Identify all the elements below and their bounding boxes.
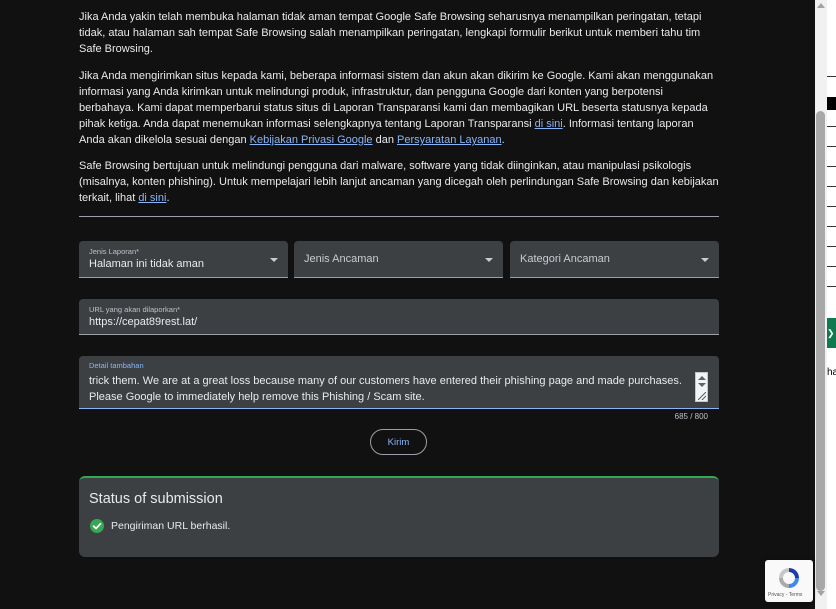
- report-type-select[interactable]: Jenis Laporan* Halaman ini tidak aman: [79, 241, 288, 278]
- intro-paragraph-2-text-d: .: [501, 134, 505, 146]
- intro-paragraph-3: Safe Browsing bertujuan untuk melindungi…: [79, 158, 719, 206]
- privacy-policy-link[interactable]: Kebijakan Privasi Google: [250, 134, 373, 146]
- intro-paragraph-1: Jika Anda yakin telah membuka halaman ti…: [79, 11, 702, 55]
- recaptcha-terms-link[interactable]: Terms: [789, 592, 803, 598]
- status-title: Status of submission: [89, 491, 223, 507]
- url-value: https://cepat89rest.lat/: [89, 316, 198, 328]
- status-message: Pengiriman URL berhasil.: [111, 520, 231, 532]
- scroll-up-arrow-icon[interactable]: [817, 3, 825, 8]
- threat-type-select[interactable]: Jenis Ancaman: [294, 241, 503, 278]
- character-counter: 685 / 800: [674, 412, 708, 421]
- background-green-tab: ❯: [827, 318, 836, 348]
- dropdown-caret-icon: [270, 258, 278, 262]
- terms-of-service-link[interactable]: Persyaratan Layanan: [397, 134, 502, 146]
- status-card: Status of submission Pengiriman URL berh…: [79, 476, 719, 557]
- intro-paragraph-2: Jika Anda mengirimkan situs kepada kami,…: [79, 68, 719, 148]
- details-text: trick them. We are at a great loss becau…: [89, 373, 685, 405]
- background-page-strip: ❯ ha: [827, 0, 836, 609]
- resize-grip-icon[interactable]: [698, 392, 706, 400]
- scroll-up-icon[interactable]: [698, 376, 706, 380]
- recaptcha-badge[interactable]: Privacy - Terms: [765, 560, 813, 602]
- report-type-label: Jenis Laporan*: [89, 247, 140, 256]
- intro-paragraph-3-text-a: Safe Browsing bertujuan untuk melindungi…: [79, 160, 719, 204]
- submit-button[interactable]: Kirim: [370, 429, 427, 455]
- url-label: URL yang akan dilaporkan*: [89, 305, 181, 314]
- recaptcha-links: Privacy - Terms: [768, 592, 802, 598]
- details-textarea[interactable]: Detail tambahan trick them. We are at a …: [79, 356, 719, 409]
- threat-type-placeholder: Jenis Ancaman: [304, 253, 379, 265]
- intro-paragraph-3-text-b: .: [166, 192, 170, 204]
- threat-category-placeholder: Kategori Ancaman: [520, 253, 610, 265]
- dropdown-caret-icon: [485, 258, 493, 262]
- intro-paragraph-2-text-c: dan: [372, 134, 398, 146]
- scroll-down-arrow-icon[interactable]: [817, 591, 825, 596]
- details-text-line-2: Please Google to immediately help remove…: [89, 391, 425, 403]
- recaptcha-privacy-link[interactable]: Privacy: [768, 592, 784, 598]
- report-type-value: Halaman ini tidak aman: [89, 258, 204, 270]
- details-label: Detail tambahan: [89, 361, 144, 370]
- threat-category-select[interactable]: Kategori Ancaman: [510, 241, 719, 278]
- scroll-down-icon[interactable]: [698, 383, 706, 387]
- url-input[interactable]: URL yang akan dilaporkan* https://cepat8…: [79, 299, 719, 335]
- transparency-report-link[interactable]: di sini: [535, 118, 563, 130]
- textarea-scrollbar[interactable]: [695, 372, 708, 402]
- background-text: ha: [827, 367, 836, 378]
- page-scrollbar[interactable]: [815, 0, 827, 609]
- dropdown-caret-icon: [701, 258, 709, 262]
- section-divider: [79, 216, 719, 217]
- scrollbar-thumb[interactable]: [816, 111, 825, 591]
- check-circle-icon: [90, 519, 104, 533]
- threats-info-link[interactable]: di sini: [138, 192, 166, 204]
- details-text-line-1: trick them. We are at a great loss becau…: [89, 375, 682, 387]
